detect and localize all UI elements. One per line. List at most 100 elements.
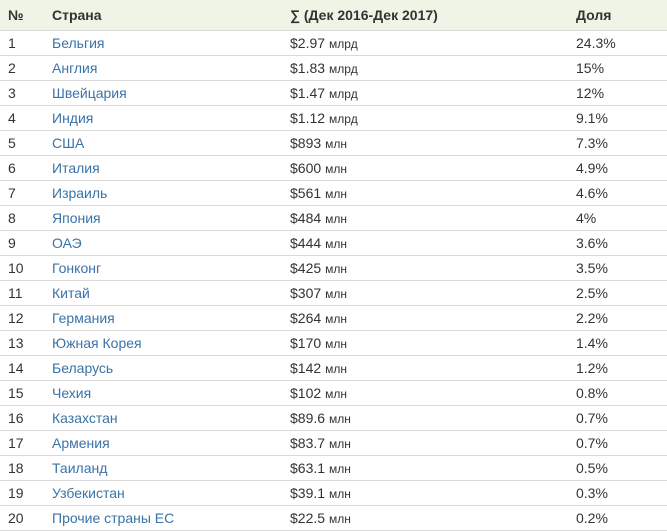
sum-cell: $307 млн: [282, 280, 568, 305]
sum-amount: $142: [290, 359, 322, 376]
country-link[interactable]: Израиль: [44, 180, 282, 205]
sum-amount: $170: [290, 334, 322, 351]
row-number: 2: [8, 59, 16, 76]
share-cell: 0.8%: [576, 384, 608, 401]
share-cell: 0.7%: [576, 434, 608, 451]
share-cell: 2.5%: [576, 284, 608, 301]
sum-cell: $22.5 млн: [282, 505, 568, 530]
header-sum: ∑ (Дек 2016-Дек 2017): [282, 0, 568, 31]
sum-amount: $425: [290, 259, 322, 276]
sum-unit: млрд: [329, 111, 358, 126]
country-link[interactable]: Гонконг: [44, 255, 282, 280]
country-link[interactable]: Казахстан: [44, 405, 282, 430]
sum-cell: $102 млн: [282, 380, 568, 405]
share-cell: 4.9%: [576, 159, 608, 176]
country-link[interactable]: Чехия: [44, 380, 282, 405]
sum-unit: млн: [325, 161, 348, 176]
table-row: 15 Чехия $102 млн 0.8%: [0, 380, 667, 405]
share-cell: 3.5%: [576, 259, 608, 276]
sum-unit: млрд: [329, 61, 358, 76]
row-number: 5: [8, 134, 16, 151]
share-cell: 0.7%: [576, 409, 608, 426]
country-link[interactable]: Германия: [44, 305, 282, 330]
country-link[interactable]: Италия: [44, 155, 282, 180]
sum-amount: $893: [290, 134, 322, 151]
row-number: 1: [8, 34, 16, 51]
share-cell: 9.1%: [576, 109, 608, 126]
share-cell: 24.3%: [576, 34, 616, 51]
sum-unit: млн: [325, 286, 348, 301]
sum-cell: $484 млн: [282, 205, 568, 230]
sum-unit: млрд: [329, 36, 358, 51]
share-cell: 2.2%: [576, 309, 608, 326]
table-row: 9 ОАЭ $444 млн 3.6%: [0, 230, 667, 255]
table-row: 20 Прочие страны ЕС $22.5 млн 0.2%: [0, 505, 667, 530]
country-link[interactable]: Беларусь: [44, 355, 282, 380]
sum-unit: млн: [325, 186, 348, 201]
row-number: 3: [8, 84, 16, 101]
row-number: 16: [8, 409, 24, 426]
row-number: 11: [8, 284, 23, 301]
share-cell: 0.5%: [576, 459, 608, 476]
row-number: 19: [8, 484, 24, 501]
row-number: 17: [8, 434, 24, 451]
sum-amount: $89.6: [290, 409, 326, 426]
table-row: 6 Италия $600 млн 4.9%: [0, 155, 667, 180]
country-link[interactable]: Узбекистан: [44, 480, 282, 505]
table-row: 7 Израиль $561 млн 4.6%: [0, 180, 667, 205]
country-link[interactable]: Бельгия: [44, 30, 282, 55]
sum-cell: $89.6 млн: [282, 405, 568, 430]
sum-cell: $1.83 млрд: [282, 55, 568, 80]
exports-table: № Страна ∑ (Дек 2016-Дек 2017) Доля 1 Бел…: [0, 0, 667, 531]
row-number: 6: [8, 159, 16, 176]
country-link[interactable]: Южная Корея: [44, 330, 282, 355]
row-number: 14: [8, 359, 24, 376]
country-link[interactable]: ОАЭ: [44, 230, 282, 255]
table-row: 17 Армения $83.7 млн 0.7%: [0, 430, 667, 455]
sum-unit: млн: [329, 461, 351, 476]
sum-cell: $444 млн: [282, 230, 568, 255]
table-header-row: № Страна ∑ (Дек 2016-Дек 2017) Доля: [0, 0, 667, 31]
sum-cell: $63.1 млн: [282, 455, 568, 480]
sum-amount: $1.12: [290, 109, 326, 126]
table-row: 10 Гонконг $425 млн 3.5%: [0, 255, 667, 280]
share-cell: 7.3%: [576, 134, 608, 151]
row-number: 9: [8, 234, 16, 251]
sum-unit: млн: [325, 386, 348, 401]
sum-amount: $484: [290, 209, 322, 226]
sum-unit: млн: [325, 136, 348, 151]
share-cell: 15%: [576, 59, 605, 76]
country-link[interactable]: США: [44, 130, 282, 155]
sum-unit: млн: [329, 511, 351, 526]
sum-amount: $1.83: [290, 59, 326, 76]
share-cell: 0.3%: [576, 484, 608, 501]
sum-cell: $264 млн: [282, 305, 568, 330]
row-number: 18: [8, 459, 24, 476]
sum-cell: $1.12 млрд: [282, 105, 568, 130]
sum-amount: $1.47: [290, 84, 326, 101]
row-number: 13: [8, 334, 24, 351]
country-link[interactable]: Китай: [44, 280, 282, 305]
country-link[interactable]: Япония: [44, 205, 282, 230]
country-link[interactable]: Англия: [44, 55, 282, 80]
sum-cell: $170 млн: [282, 330, 568, 355]
sum-unit: млн: [325, 211, 348, 226]
table-row: 19 Узбекистан $39.1 млн 0.3%: [0, 480, 667, 505]
sum-unit: млн: [329, 486, 351, 501]
header-share: Доля: [568, 0, 667, 31]
country-link[interactable]: Индия: [44, 105, 282, 130]
header-country: Страна: [44, 0, 282, 31]
row-number: 15: [8, 384, 24, 401]
sum-unit: млн: [325, 236, 348, 251]
row-number: 4: [8, 109, 16, 126]
table-row: 3 Швейцария $1.47 млрд 12%: [0, 80, 667, 105]
sum-cell: $600 млн: [282, 155, 568, 180]
share-cell: 1.2%: [576, 359, 608, 376]
sum-cell: $39.1 млн: [282, 480, 568, 505]
country-link[interactable]: Таиланд: [44, 455, 282, 480]
country-link[interactable]: Прочие страны ЕС: [44, 505, 282, 530]
country-link[interactable]: Армения: [44, 430, 282, 455]
country-link[interactable]: Швейцария: [44, 80, 282, 105]
row-number: 7: [8, 184, 16, 201]
share-cell: 3.6%: [576, 234, 608, 251]
